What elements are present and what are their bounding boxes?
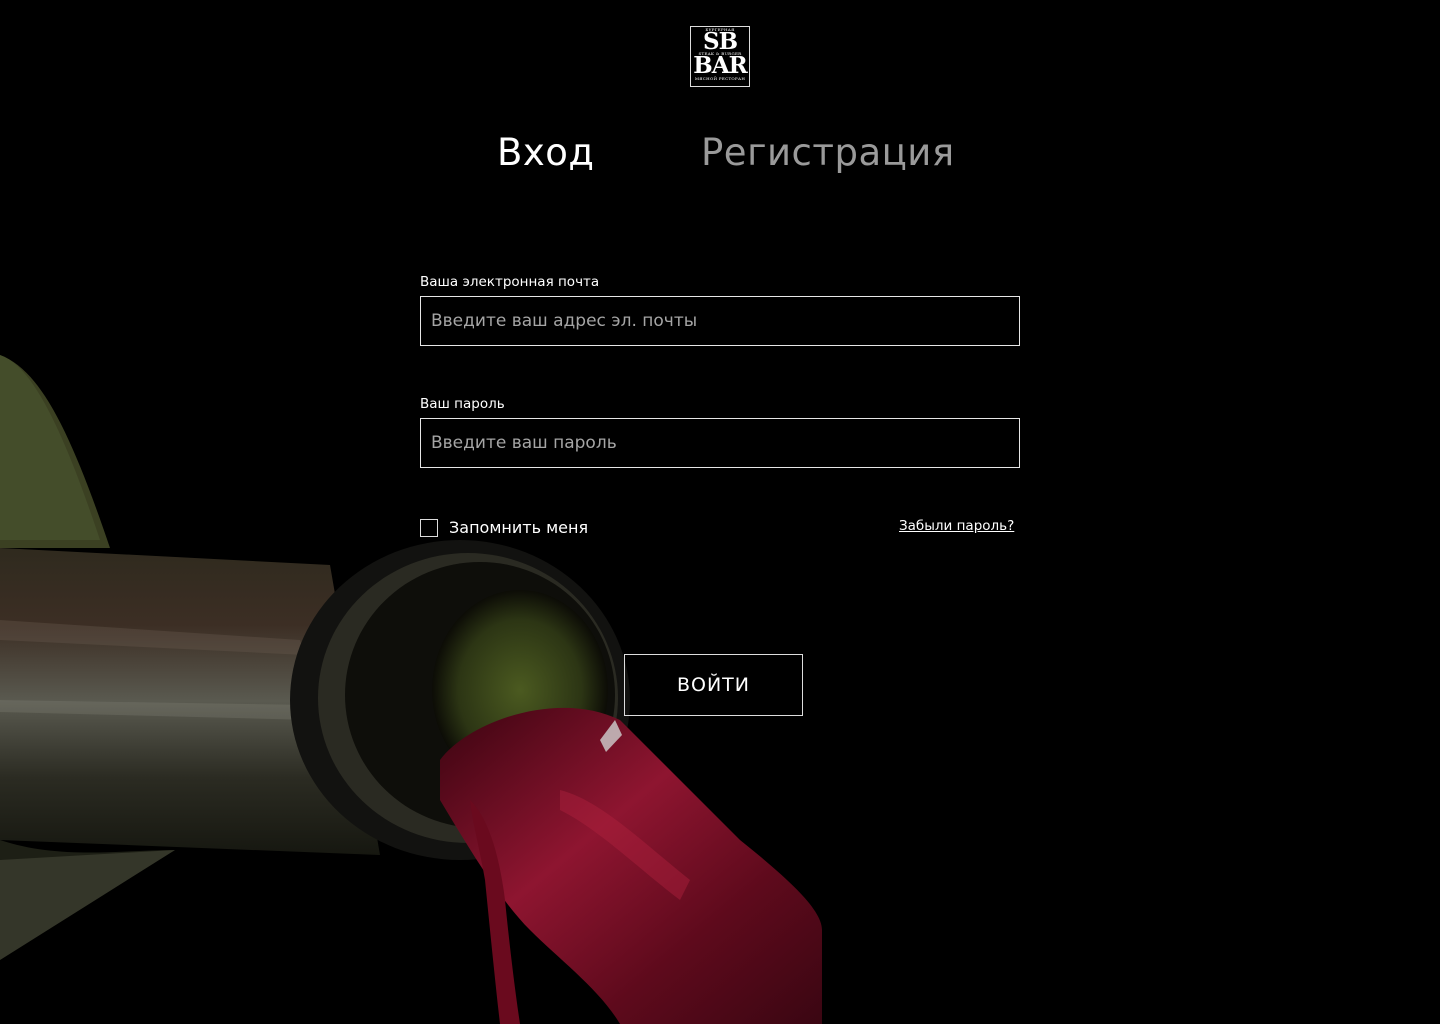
logo-line-1: SB xyxy=(702,28,738,55)
forgot-password-link[interactable]: Забыли пароль? xyxy=(899,518,1014,534)
password-label: Ваш пароль xyxy=(420,396,505,412)
remember-label: Запомнить меня xyxy=(449,518,589,537)
tab-register[interactable]: Регистрация xyxy=(701,130,955,176)
logo-line-2: BAR xyxy=(693,52,747,79)
login-button[interactable]: ВОЙТИ xyxy=(624,654,803,716)
tab-login[interactable]: Вход xyxy=(497,130,595,176)
email-field[interactable] xyxy=(420,296,1020,346)
email-label: Ваша электронная почта xyxy=(420,274,600,290)
brand-logo[interactable]: БУРГЕРНАЯ SB STEAK & BURGER BAR МЯСНОЙ Р… xyxy=(690,26,750,87)
remember-checkbox[interactable] xyxy=(420,518,438,537)
password-field[interactable] xyxy=(420,418,1020,468)
remember-me[interactable]: Запомнить меня xyxy=(420,518,588,537)
logo-bottom-text: МЯСНОЙ РЕСТОРАН xyxy=(694,76,746,81)
